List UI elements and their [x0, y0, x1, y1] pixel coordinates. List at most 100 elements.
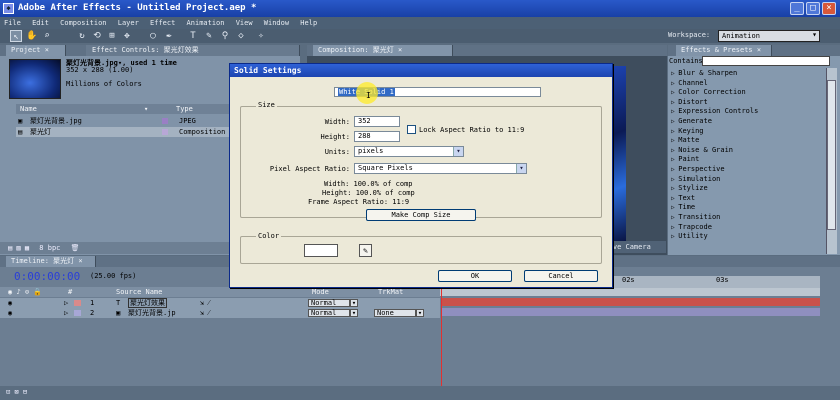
sort-icon[interactable]: ▾: [144, 104, 148, 114]
color-swatch[interactable]: [304, 244, 338, 257]
minimize-icon[interactable]: _: [790, 2, 804, 15]
effects-list-item[interactable]: Simulation: [671, 175, 720, 184]
expand-icon[interactable]: ▷: [64, 298, 68, 308]
col-mode[interactable]: Mode: [312, 287, 329, 297]
maximize-icon[interactable]: □: [806, 2, 820, 15]
effects-list-item[interactable]: Trapcode: [671, 223, 712, 232]
layer-bar-1[interactable]: [442, 298, 820, 306]
menu-effect[interactable]: Effect: [150, 19, 175, 27]
eye-icon[interactable]: ◉: [8, 308, 12, 318]
layer-switches-icon[interactable]: ⇲ ⁄: [200, 308, 210, 318]
chevron-down-icon[interactable]: ▾: [416, 309, 424, 317]
zoom-tool-icon[interactable]: ⌕: [41, 30, 53, 42]
pan-behind-icon[interactable]: ⊞: [106, 30, 118, 42]
effects-list-item[interactable]: Noise & Grain: [671, 146, 733, 155]
scrollbar-thumb[interactable]: [827, 80, 836, 230]
track-camera-icon[interactable]: ✥: [121, 30, 133, 42]
table-row[interactable]: ◉ ▷ 1 T 聚光灯效果 ⇲ ⁄ Normal ▾: [0, 298, 440, 308]
work-area-bar[interactable]: [440, 288, 820, 296]
effects-list-item[interactable]: Perspective: [671, 165, 724, 174]
trkmat-select[interactable]: None: [374, 309, 416, 317]
timeline-footer-icons[interactable]: ⊡ ⊠ ⊟: [6, 388, 27, 396]
chevron-down-icon[interactable]: ▾: [453, 147, 463, 156]
timecode-display[interactable]: 0:00:00:00: [14, 270, 80, 283]
timeline-footer: ⊡ ⊠ ⊟: [0, 386, 840, 400]
menu-animation[interactable]: Animation: [187, 19, 225, 27]
width-field[interactable]: 352: [354, 116, 400, 127]
effects-list-item[interactable]: Text: [671, 194, 695, 203]
menu-help[interactable]: Help: [300, 19, 317, 27]
effects-list-item[interactable]: Distort: [671, 98, 708, 107]
col-trkmat[interactable]: TrkMat: [378, 287, 403, 297]
menu-composition[interactable]: Composition: [60, 19, 106, 27]
eyedropper-icon[interactable]: ✎: [359, 244, 372, 257]
effects-list-item[interactable]: Generate: [671, 117, 712, 126]
units-label: Units:: [324, 148, 350, 156]
hand-tool-icon[interactable]: ✋: [26, 30, 38, 42]
col-source-name[interactable]: Source Name: [116, 287, 162, 297]
pixel-aspect-select[interactable]: Square Pixels ▾: [354, 163, 527, 174]
clone-tool-icon[interactable]: ⚲: [219, 30, 231, 42]
puppet-tool-icon[interactable]: ✧: [255, 30, 267, 42]
effects-list-item[interactable]: Blur & Sharpen: [671, 69, 737, 78]
effects-list-item[interactable]: Stylize: [671, 184, 708, 193]
ok-button[interactable]: OK: [438, 270, 512, 282]
width-label: Width:: [324, 118, 350, 126]
pen-tool-icon[interactable]: ✒: [163, 30, 175, 42]
layer-switches-icon[interactable]: ⇲ ⁄: [200, 298, 210, 308]
units-select[interactable]: pixels ▾: [354, 146, 464, 157]
text-cursor-icon: I: [366, 91, 371, 100]
chevron-down-icon[interactable]: ▾: [516, 164, 526, 173]
col-name[interactable]: Name: [20, 104, 37, 114]
effects-list-item[interactable]: Utility: [671, 232, 708, 241]
mask-tool-icon[interactable]: ◯: [147, 30, 159, 42]
tab-effect-controls[interactable]: Effect Controls: 聚光灯效果: [86, 45, 300, 56]
info-width: Width: 100.0% of comp: [324, 180, 413, 188]
current-time-indicator[interactable]: [441, 276, 442, 386]
rotate-tool-icon[interactable]: ↻: [76, 30, 88, 42]
bpc-label[interactable]: 8 bpc: [39, 244, 60, 252]
workspace-select[interactable]: Animation: [718, 30, 820, 42]
selection-tool-icon[interactable]: ↖: [10, 30, 22, 42]
chevron-down-icon[interactable]: ▾: [350, 309, 358, 317]
lock-aspect-label[interactable]: Lock Aspect Ratio to 11:9: [419, 126, 524, 134]
cancel-button[interactable]: Cancel: [524, 270, 598, 282]
tab-effects-presets[interactable]: Effects & Presets ×: [676, 45, 772, 56]
brush-tool-icon[interactable]: ✎: [203, 30, 215, 42]
orbit-camera-icon[interactable]: ⟲: [91, 30, 103, 42]
effects-list-item[interactable]: Expression Controls: [671, 107, 758, 116]
menu-view[interactable]: View: [236, 19, 253, 27]
mode-select[interactable]: Normal: [308, 299, 350, 307]
text-tool-icon[interactable]: T: [187, 30, 199, 42]
interpret-icon[interactable]: ▤ ▧ ▦: [8, 244, 29, 252]
menu-window[interactable]: Window: [264, 19, 289, 27]
height-label: Height:: [320, 133, 350, 141]
tab-project[interactable]: Project ×: [6, 45, 66, 56]
make-comp-size-button[interactable]: Make Comp Size: [366, 209, 476, 221]
lock-aspect-checkbox[interactable]: [407, 125, 416, 134]
expand-icon[interactable]: ▷: [64, 308, 68, 318]
mode-select[interactable]: Normal: [308, 309, 350, 317]
effects-list-item[interactable]: Paint: [671, 155, 699, 164]
eraser-tool-icon[interactable]: ◇: [235, 30, 247, 42]
menu-edit[interactable]: Edit: [32, 19, 49, 27]
layer-bar-2[interactable]: [442, 308, 820, 316]
close-icon[interactable]: ×: [822, 2, 836, 15]
effects-list-item[interactable]: Color Correction: [671, 88, 745, 97]
effects-list-item[interactable]: Matte: [671, 136, 699, 145]
effects-list-item[interactable]: Transition: [671, 213, 720, 222]
trash-icon[interactable]: 🗑: [71, 244, 80, 252]
table-row[interactable]: ◉ ▷ 2 ▣ 聚灯光背景.jp ⇲ ⁄ Normal ▾ None ▾: [0, 308, 440, 318]
chevron-down-icon[interactable]: ▾: [350, 299, 358, 307]
effects-list-item[interactable]: Keying: [671, 127, 703, 136]
effects-list-item[interactable]: Channel: [671, 79, 708, 88]
tab-composition[interactable]: Composition: 聚光灯 ×: [313, 45, 453, 56]
menu-layer[interactable]: Layer: [118, 19, 139, 27]
effects-search-input[interactable]: [702, 56, 830, 66]
height-field[interactable]: 288: [354, 131, 400, 142]
effects-list-item[interactable]: Time: [671, 203, 695, 212]
eye-icon[interactable]: ◉: [8, 298, 12, 308]
col-type[interactable]: Type: [176, 104, 193, 114]
tab-timeline[interactable]: Timeline: 聚光灯 ×: [6, 256, 96, 267]
menu-file[interactable]: File: [4, 19, 21, 27]
